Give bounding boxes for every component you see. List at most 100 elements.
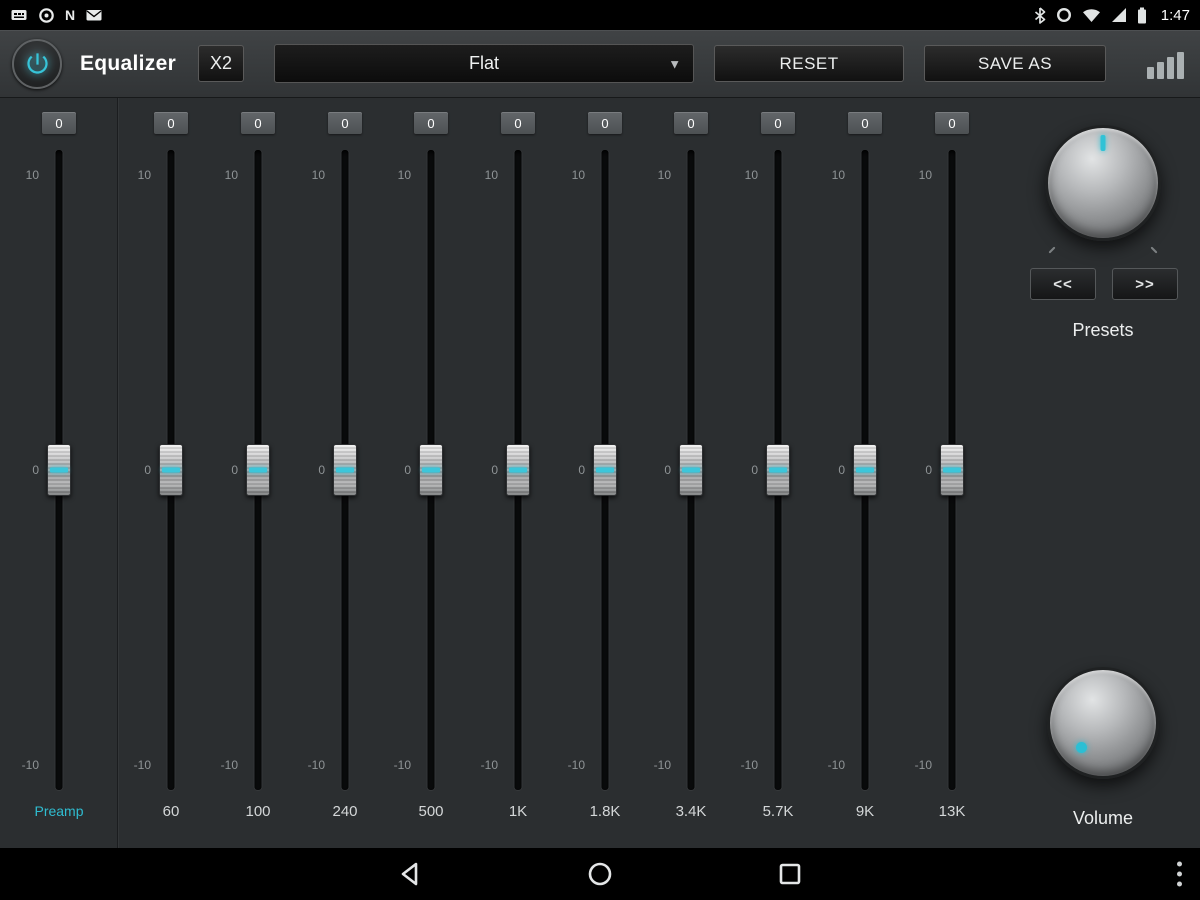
scale-label-bottom: -10 [133,758,151,772]
scale-label-mid: 0 [838,463,845,477]
band-freq-label: 5.7K [762,803,794,820]
scale-label-top: 10 [137,168,151,182]
band-slider[interactable]: 10 0 -10 [825,150,905,790]
volume-knob[interactable] [1047,667,1159,779]
status-bar-notifications: N [10,6,103,24]
overflow-menu-button[interactable] [1171,856,1188,893]
slider-thumb[interactable] [853,444,877,496]
reset-button[interactable]: RESET [714,45,905,82]
scale-label-top: 10 [744,168,758,182]
scale-label-bottom: -10 [914,758,932,772]
band-slider[interactable]: 10 0 -10 [218,150,298,790]
eq-band-column: 0 10 0 -10 100 [218,98,298,848]
page-title: Equalizer [80,51,177,75]
scale-label-mid: 0 [404,463,411,477]
scale-label-mid: 0 [751,463,758,477]
scale-label-top: 10 [657,168,671,182]
band-slider[interactable]: 10 0 -10 [478,150,558,790]
scale-label-bottom: -10 [827,758,845,772]
scale-label-bottom: -10 [653,758,671,772]
scale-label-top: 10 [224,168,238,182]
battery-icon [1137,6,1147,24]
preset-next-button[interactable]: >> [1112,268,1178,300]
recents-button[interactable] [776,860,804,888]
eq-band-column: 0 10 0 -10 500 [391,98,471,848]
scale-label-top: 10 [311,168,325,182]
eq-band-column: 0 10 0 -10 240 [305,98,385,848]
scale-label-top: 10 [25,168,39,182]
band-slider[interactable]: 10 0 -10 [305,150,385,790]
home-icon [588,862,612,886]
media-app-icon [10,6,28,24]
preamp-slider[interactable]: 10 0 -10 [19,150,99,790]
home-button[interactable] [586,860,614,888]
presets-label: Presets [1072,320,1134,340]
eq-band-column: 0 10 0 -10 1K [478,98,558,848]
band-freq-label: 100 [245,803,271,820]
band-value-badge: 0 [241,112,275,134]
slider-thumb[interactable] [246,444,270,496]
scale-label-top: 10 [918,168,932,182]
power-button[interactable] [12,38,62,89]
band-value-badge: 0 [848,112,882,134]
band-freq-label: 3.4K [675,803,707,820]
slider-thumb[interactable] [593,444,617,496]
bluetooth-icon [1034,6,1046,24]
band-value-badge: 0 [588,112,622,134]
preset-knob-indicator [1100,135,1106,151]
scale-label-bottom: -10 [21,758,39,772]
band-slider[interactable]: 10 0 -10 [565,150,645,790]
preamp-divider [117,98,118,848]
equalizer-bars-icon[interactable] [1147,49,1184,79]
cellular-signal-icon [1111,6,1127,24]
knob-max-tick [1150,246,1158,254]
overflow-dot [1177,881,1182,887]
slider-thumb[interactable] [679,444,703,496]
band-slider[interactable]: 10 0 -10 [391,150,471,790]
band-value-badge: 0 [414,112,448,134]
scale-label-mid: 0 [231,463,238,477]
preset-knob[interactable] [1045,125,1161,241]
slider-thumb[interactable] [766,444,790,496]
eq-band-column: 0 10 0 -10 5.7K [738,98,818,848]
band-freq-label: 13K [938,803,966,820]
preamp-value-badge: 0 [42,112,76,134]
volume-knob-indicator [1076,742,1087,753]
scale-label-bottom: -10 [220,758,238,772]
back-icon [401,862,418,886]
band-freq-label: 240 [332,803,358,820]
preamp-label: Preamp [34,803,84,819]
preset-dropdown[interactable]: Flat ▼ [274,44,695,83]
band-slider[interactable]: 10 0 -10 [738,150,818,790]
preset-previous-button[interactable]: << [1030,268,1096,300]
scale-label-mid: 0 [318,463,325,477]
back-button[interactable] [396,860,424,888]
sync-icon [38,6,55,24]
x2-toggle-button[interactable]: X2 [198,45,245,82]
band-slider[interactable]: 10 0 -10 [131,150,211,790]
scale-label-bottom: -10 [480,758,498,772]
nfc-icon: N [65,7,76,23]
slider-thumb[interactable] [506,444,530,496]
power-icon [26,53,48,74]
preset-dropdown-value: Flat [469,53,500,73]
band-value-badge: 0 [501,112,535,134]
save-as-button[interactable]: SAVE AS [924,45,1107,82]
band-slider[interactable]: 10 0 -10 [651,150,731,790]
chevron-down-icon: ▼ [668,56,682,71]
slider-thumb[interactable] [940,444,964,496]
band-value-badge: 0 [761,112,795,134]
slider-thumb[interactable] [419,444,443,496]
slider-thumb[interactable] [333,444,357,496]
band-value-badge: 0 [935,112,969,134]
slider-thumb[interactable] [47,444,71,496]
scale-label-mid: 0 [578,463,585,477]
scale-label-bottom: -10 [740,758,758,772]
volume-label: Volume [1072,808,1134,828]
scale-label-mid: 0 [491,463,498,477]
band-value-badge: 0 [328,112,362,134]
email-icon [85,6,103,24]
slider-thumb[interactable] [159,444,183,496]
scale-label-mid: 0 [664,463,671,477]
band-slider[interactable]: 10 0 -10 [912,150,992,790]
